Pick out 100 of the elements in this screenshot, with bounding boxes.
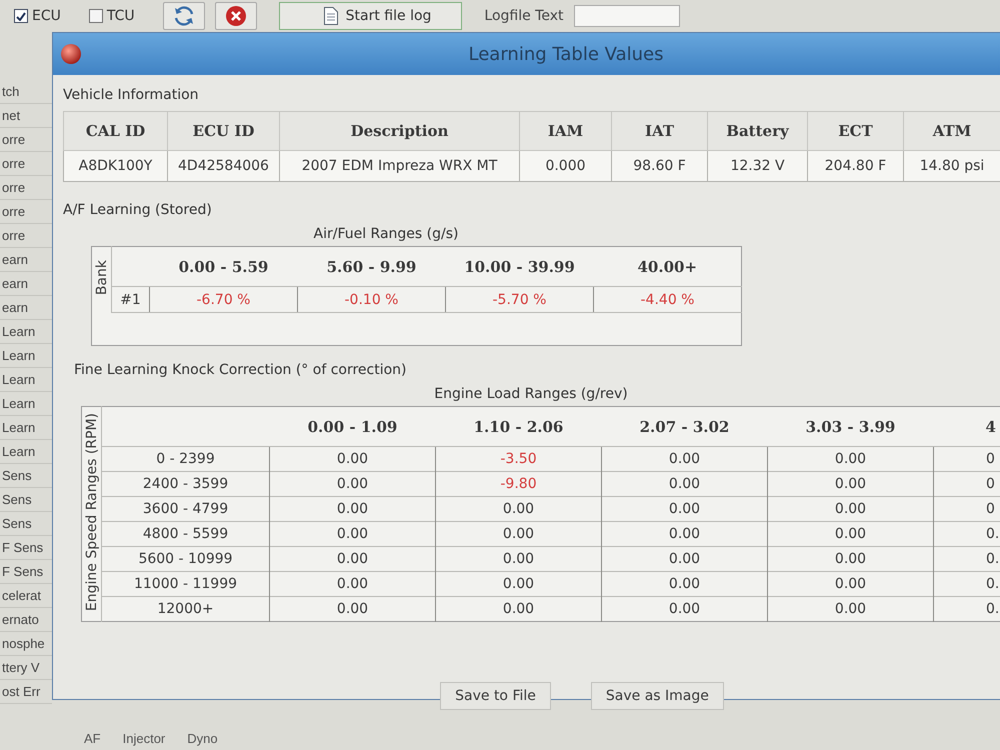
table-cell: 12.32 V (708, 150, 808, 182)
document-icon (324, 7, 338, 25)
list-row[interactable]: tch (2, 84, 20, 99)
checkbox-label: ECU (32, 8, 61, 24)
table-cell: 0.00 (768, 472, 934, 496)
list-row[interactable]: Sens (2, 492, 32, 507)
save-file-button[interactable]: Save to File (440, 682, 551, 710)
list-row[interactable]: Learn (2, 372, 36, 387)
table-cell: 0. (934, 522, 1000, 546)
column-header: 1.10 - 2.06 (436, 406, 602, 446)
table-cell: 0.00 (768, 572, 934, 596)
table-cell: 0.00 (270, 472, 436, 496)
table-cell: 0 (934, 496, 1000, 522)
table-cell: 0.00 (602, 546, 768, 572)
list-row[interactable]: ttery V (2, 660, 40, 675)
logfile-input[interactable] (574, 5, 680, 27)
list-row[interactable]: earn (2, 300, 28, 315)
table-cell: 0.00 (270, 446, 436, 472)
check-icon (16, 12, 26, 20)
axis-title: Air/Fuel Ranges (g/s) (314, 225, 458, 244)
table-cell: 0.00 (602, 572, 768, 596)
tab[interactable]: Injector (118, 728, 170, 748)
row-header: 3600 - 4799 (102, 496, 270, 522)
table-cell: 98.60 F (612, 150, 708, 182)
log-button[interactable]: Start file log (278, 2, 462, 30)
column-header: 5.60 - 9.99 (298, 246, 446, 286)
column-header: IAM (520, 112, 612, 150)
table-cell: 0. (934, 572, 1000, 596)
checkbox[interactable] (14, 9, 28, 23)
sync-button[interactable] (162, 2, 205, 30)
table-cell: 0.00 (602, 472, 768, 496)
list-row[interactable]: nosphe (2, 636, 45, 651)
sync-icon (174, 6, 194, 26)
tab[interactable]: AF (80, 728, 105, 748)
list-row[interactable]: Learn (2, 348, 36, 363)
list-row[interactable]: Sens (2, 468, 32, 483)
table-cell: -4.40 % (594, 286, 742, 312)
table-cell: 0.00 (768, 546, 934, 572)
list-row[interactable]: Sens (2, 516, 32, 531)
tab[interactable]: Dyno (183, 728, 222, 748)
table-cell: 0.00 (270, 572, 436, 596)
list-row[interactable]: ernato (2, 612, 39, 627)
orb-icon (61, 44, 81, 64)
list-row[interactable]: Learn (2, 324, 36, 339)
table-cell: A8DK100Y (64, 150, 168, 182)
column-header: 4 (934, 406, 1000, 446)
stop-button[interactable] (214, 2, 257, 30)
table-cell: 0.00 (602, 496, 768, 522)
list-row[interactable]: net (2, 108, 20, 123)
column-header: ECU ID (168, 112, 280, 150)
x-circle-icon (226, 6, 246, 26)
row-header: #1 (112, 286, 150, 312)
axis-label: Engine Speed Ranges (RPM) (84, 412, 100, 612)
list-row[interactable]: celerat (2, 588, 42, 603)
column-header: ATM (904, 112, 1000, 150)
row-header: 11000 - 11999 (102, 572, 270, 596)
list-row[interactable]: earn (2, 276, 28, 291)
list-row[interactable]: orre (2, 156, 26, 171)
table-cell: 0.00 (602, 596, 768, 622)
list-row[interactable]: Learn (2, 396, 36, 411)
list-row[interactable]: orre (2, 228, 26, 243)
list-row[interactable]: F Sens (2, 540, 44, 555)
row-header: 12000+ (102, 596, 270, 622)
section-title: Fine Learning Knock Correction (° of correction) (74, 361, 407, 380)
table-cell: 0 (934, 446, 1000, 472)
save-image-button[interactable]: Save as Image (590, 682, 724, 710)
section-title: Vehicle Information (63, 86, 199, 105)
row-header: 4800 - 5599 (102, 522, 270, 546)
list-row[interactable]: orre (2, 180, 26, 195)
table-cell: 2007 EDM Impreza WRX MT (280, 150, 520, 182)
list-row[interactable]: F Sens (2, 564, 44, 579)
table-cell: -6.70 % (150, 286, 298, 312)
column-header: Battery (708, 112, 808, 150)
checkbox[interactable] (88, 9, 103, 23)
list-row[interactable]: Learn (2, 420, 36, 435)
column-header: 2.07 - 3.02 (602, 406, 768, 446)
table-cell: 0.00 (270, 496, 436, 522)
list-row[interactable]: orre (2, 204, 26, 219)
table-cell: 0.00 (436, 596, 602, 622)
table-cell: 0.00 (602, 522, 768, 546)
column-header: 40.00+ (594, 246, 742, 286)
checkbox-label: TCU (106, 8, 135, 24)
table-cell: 204.80 F (808, 150, 904, 182)
table-cell: -9.80 (436, 472, 602, 496)
table-cell: 0.00 (270, 522, 436, 546)
list-row[interactable]: orre (2, 132, 26, 147)
section-title: A/F Learning (Stored) (63, 201, 212, 220)
row-header: 0 - 2399 (102, 446, 270, 472)
table-cell: -3.50 (436, 446, 602, 472)
list-row[interactable]: ost Err (2, 684, 40, 699)
table-cell: 0.00 (768, 596, 934, 622)
window-title: Learning Table Values (468, 44, 664, 64)
list-row[interactable]: Learn (2, 444, 36, 459)
column-header: 0.00 - 1.09 (270, 406, 436, 446)
row-header: 2400 - 3599 (102, 472, 270, 496)
list-row[interactable]: earn (2, 252, 28, 267)
row-header: 5600 - 10999 (102, 546, 270, 572)
table-cell: 0.00 (270, 596, 436, 622)
table-cell: 4D42584006 (168, 150, 280, 182)
table-cell: 0.000 (520, 150, 612, 182)
